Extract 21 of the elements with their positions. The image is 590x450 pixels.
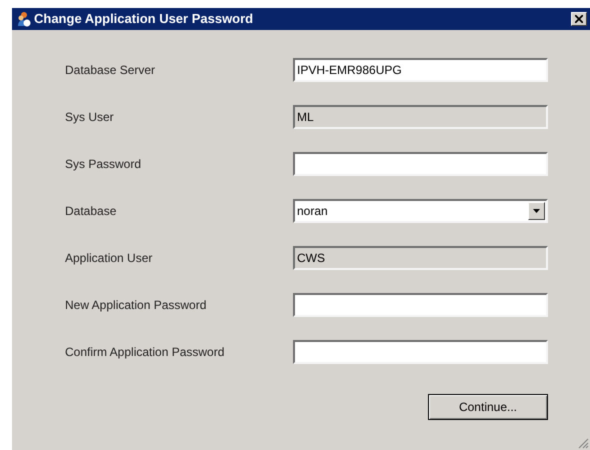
field-label: Sys User bbox=[65, 109, 115, 126]
field-label: New Application Password bbox=[65, 297, 208, 314]
field-label: Database Server bbox=[65, 62, 156, 79]
caret-icon bbox=[533, 209, 540, 213]
input-field[interactable] bbox=[293, 340, 548, 364]
input-field[interactable] bbox=[293, 293, 548, 317]
window-title: Change Application User Password bbox=[34, 10, 254, 28]
field-label: Database bbox=[65, 203, 118, 220]
continue-button[interactable]: Continue... bbox=[428, 394, 548, 420]
dropdown-value: noran bbox=[296, 203, 329, 220]
close-icon bbox=[575, 15, 583, 23]
field-label: Sys Password bbox=[65, 156, 142, 173]
database-dropdown[interactable]: noran bbox=[293, 199, 548, 223]
input-field[interactable]: IPVH-EMR986UPG bbox=[293, 58, 548, 82]
resize-grip-icon bbox=[578, 438, 589, 449]
input-field[interactable] bbox=[293, 152, 548, 176]
field-label: Confirm Application Password bbox=[65, 344, 226, 361]
field-label: Application User bbox=[65, 250, 154, 267]
users-icon bbox=[15, 11, 31, 27]
close-button[interactable] bbox=[571, 12, 587, 26]
dropdown-arrow-button[interactable] bbox=[528, 202, 545, 220]
